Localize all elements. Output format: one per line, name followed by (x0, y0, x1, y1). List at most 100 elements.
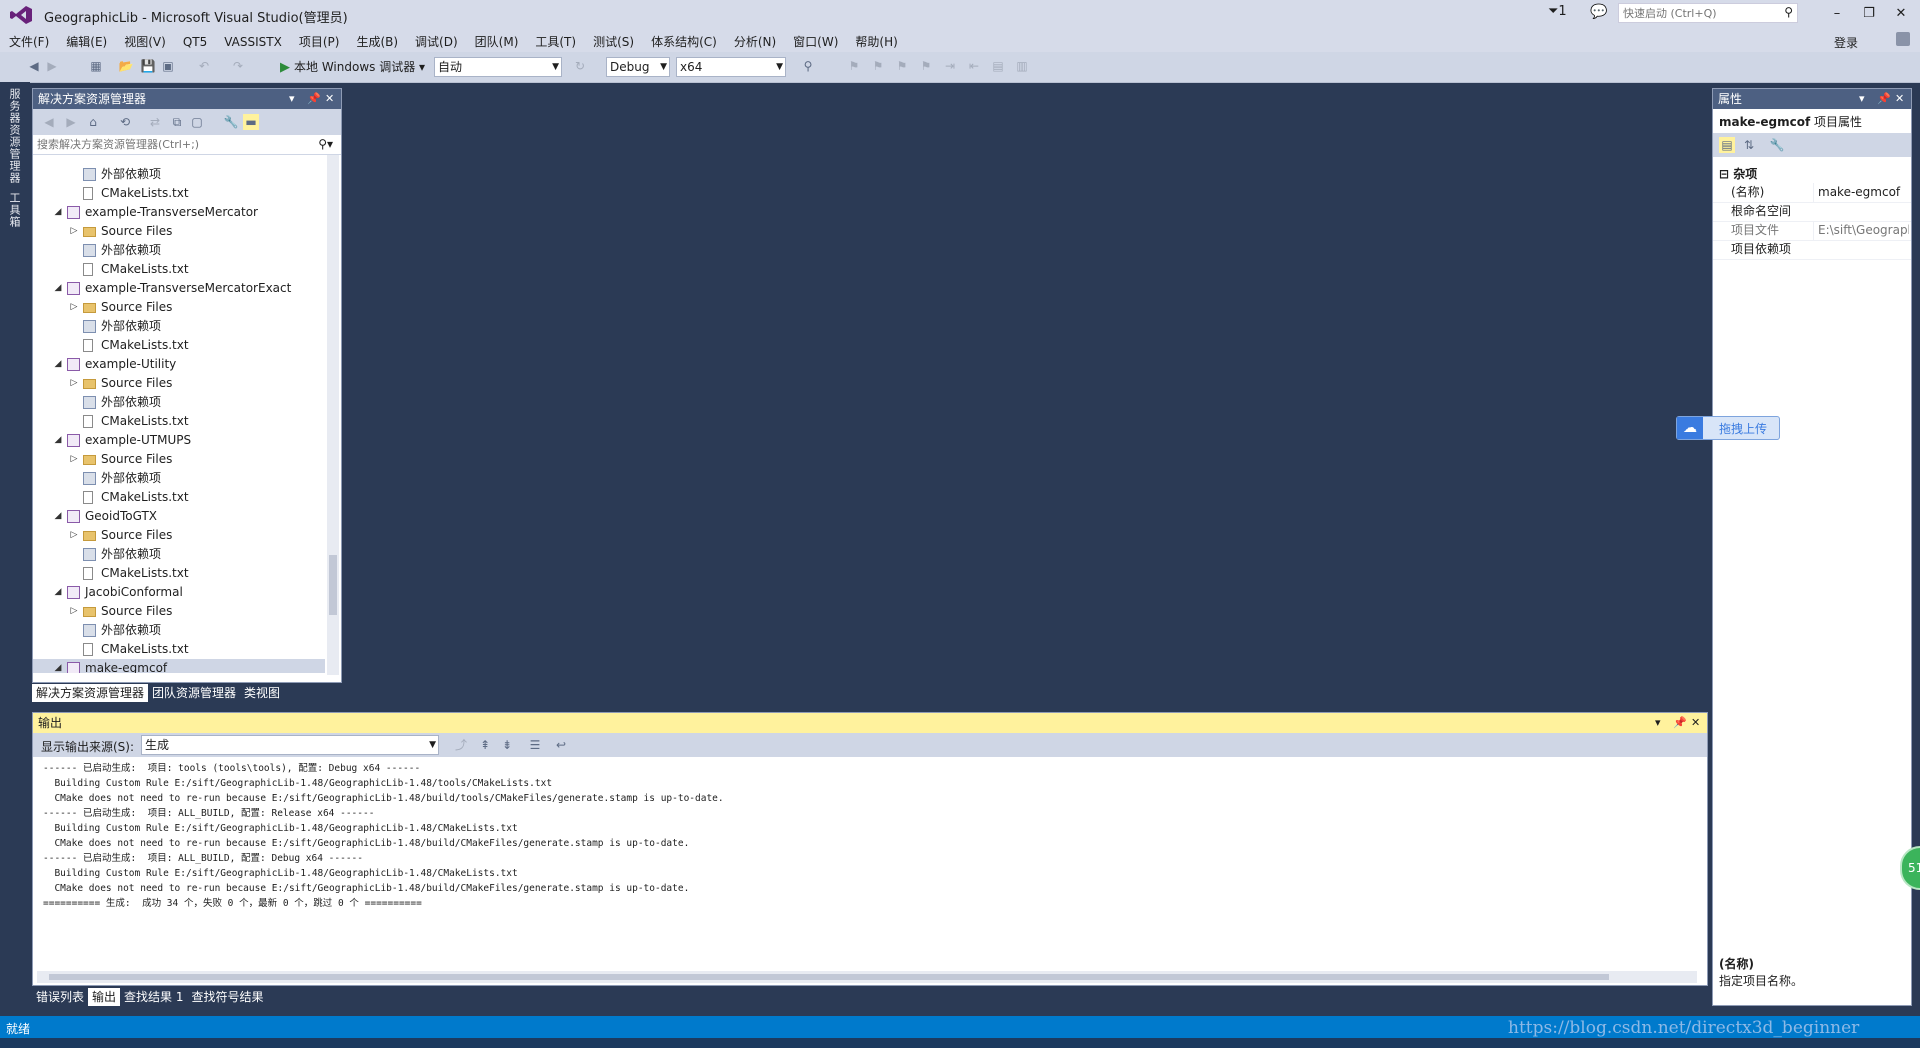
project-node[interactable]: ◢ JacobiConformal (33, 583, 325, 602)
tree-item[interactable]: 外部依赖项 (33, 165, 325, 184)
output-panel-tab[interactable]: 查找符号结果 (187, 988, 267, 1006)
tree-item[interactable]: ▷ Source Files (33, 450, 325, 469)
tree-item[interactable]: 外部依赖项 (33, 621, 325, 640)
expanded-arrow-icon[interactable]: ◢ (53, 355, 63, 374)
tree-item[interactable]: ▷ Source Files (33, 298, 325, 317)
uncomment-icon[interactable]: ▥ (1014, 58, 1030, 74)
minimize-button[interactable]: – (1823, 4, 1851, 24)
find-icon[interactable]: ⚲ (800, 58, 816, 74)
close-icon[interactable]: ✕ (1895, 89, 1904, 109)
goto-location-icon[interactable]: ⤴ (453, 737, 469, 753)
history-icon[interactable]: ⟲ (117, 114, 133, 130)
property-value[interactable]: E:\sift\Geographi (1813, 221, 1909, 240)
expanded-arrow-icon[interactable]: ◢ (53, 203, 63, 222)
scroll-thumb[interactable] (49, 974, 1609, 980)
tree-item[interactable]: 外部依赖项 (33, 241, 325, 260)
solution-panel-tab[interactable]: 类视图 (240, 684, 284, 702)
collapsed-arrow-icon[interactable]: ▷ (69, 298, 79, 317)
solution-panel-tab[interactable]: 团队资源管理器 (148, 684, 240, 702)
collapsed-arrow-icon[interactable]: ▷ (69, 374, 79, 393)
toolbox-tab[interactable]: 工具箱 (8, 192, 22, 228)
pin-icon[interactable]: 📌 (1673, 713, 1687, 733)
solution-search-input[interactable] (33, 135, 311, 153)
menu-item[interactable]: 工具(T) (526, 30, 584, 50)
show-all-files-icon[interactable]: ▢ (189, 114, 205, 130)
tree-item[interactable]: 外部依赖项 (33, 317, 325, 336)
tree-item[interactable]: ▷ Source Files (33, 602, 325, 621)
save-icon[interactable]: 💾 (140, 58, 156, 74)
vertical-scrollbar[interactable] (327, 155, 339, 675)
menu-item[interactable]: 文件(F) (0, 30, 57, 50)
forward-icon[interactable]: ▶ (44, 58, 60, 74)
bookmark-prev-icon[interactable]: ⚑ (870, 58, 886, 74)
new-project-icon[interactable]: ▦ (88, 58, 104, 74)
platform-select[interactable]: x64 ▼ (676, 57, 786, 77)
chevron-down-icon[interactable]: ▾ (1655, 713, 1661, 733)
save-all-icon[interactable]: ▣ (160, 58, 176, 74)
property-pages-icon[interactable]: 🔧 (1769, 137, 1785, 153)
tree-item[interactable]: ▷ Source Files (33, 526, 325, 545)
menu-item[interactable]: 项目(P) (290, 30, 348, 50)
back-icon[interactable]: ◀ (26, 58, 42, 74)
login-link[interactable]: 登录 (1834, 34, 1858, 51)
solution-config-select[interactable]: 自动 ▼ (434, 57, 562, 77)
property-category[interactable]: ⊟ 杂项 (1719, 165, 1757, 182)
tree-item[interactable]: ▷ Source Files (33, 222, 325, 241)
drag-upload-button[interactable]: ☁ 拖拽上传 (1676, 416, 1780, 440)
back-icon[interactable]: ◀ (41, 114, 57, 130)
bookmark-icon[interactable]: ⚑ (846, 58, 862, 74)
project-node[interactable]: ◢ make-egmcof (33, 659, 325, 673)
tree-item[interactable]: 外部依赖项 (33, 469, 325, 488)
notification-filter[interactable]: ⏷1 (1548, 4, 1567, 19)
pin-icon[interactable]: 📌 (1877, 89, 1891, 109)
quick-launch-input[interactable] (1619, 4, 1777, 22)
build-config-select[interactable]: Debug ▼ (606, 57, 670, 77)
scroll-thumb[interactable] (329, 555, 337, 615)
open-file-icon[interactable]: 📂 (118, 58, 134, 74)
expanded-arrow-icon[interactable]: ◢ (53, 279, 63, 298)
menu-item[interactable]: 视图(V) (115, 30, 174, 50)
tree-item[interactable]: CMakeLists.txt (33, 336, 325, 355)
menu-item[interactable]: 分析(N) (725, 30, 784, 50)
vertical-scrollbar[interactable] (1691, 759, 1703, 969)
clear-all-icon[interactable]: ☰ (527, 737, 543, 753)
tree-item[interactable]: CMakeLists.txt (33, 184, 325, 203)
property-row[interactable]: 项目依赖项 (1713, 240, 1911, 260)
solution-panel-tab[interactable]: 解决方案资源管理器 (32, 684, 149, 702)
tree-item[interactable]: CMakeLists.txt (33, 260, 325, 279)
menu-item[interactable]: 测试(S) (584, 30, 642, 50)
menu-item[interactable]: QT5 (174, 32, 215, 49)
output-panel-tab[interactable]: 查找结果 1 (120, 988, 187, 1006)
property-row[interactable]: 项目文件 E:\sift\Geographi (1713, 221, 1911, 241)
property-row[interactable]: (名称) make-egmcof (1713, 183, 1911, 203)
refresh-icon[interactable]: ↻ (572, 58, 588, 74)
collapsed-arrow-icon[interactable]: ▷ (69, 602, 79, 621)
expanded-arrow-icon[interactable]: ◢ (53, 507, 63, 526)
word-wrap-icon[interactable]: ↩ (553, 737, 569, 753)
project-node[interactable]: ◢ example-TransverseMercatorExact (33, 279, 325, 298)
collapsed-arrow-icon[interactable]: ▷ (69, 222, 79, 241)
preview-icon[interactable]: ▬ (243, 114, 259, 130)
outdent-icon[interactable]: ⇤ (966, 58, 982, 74)
collapsed-arrow-icon[interactable]: ▷ (69, 450, 79, 469)
server-explorer-tab[interactable]: 服务器资源管理器 (8, 88, 22, 184)
property-value[interactable]: make-egmcof (1813, 183, 1909, 202)
menu-item[interactable]: 窗口(W) (784, 30, 846, 50)
chevron-down-icon[interactable]: ▾ (1859, 89, 1865, 109)
close-button[interactable]: ✕ (1887, 4, 1915, 24)
tree-item[interactable]: CMakeLists.txt (33, 412, 325, 431)
collapsed-arrow-icon[interactable]: ▷ (69, 526, 79, 545)
menu-item[interactable]: 编辑(E) (57, 30, 115, 50)
sync-icon[interactable]: ⇄ (147, 114, 163, 130)
horizontal-scrollbar[interactable] (37, 971, 1697, 983)
project-node[interactable]: ◢ example-TransverseMercator (33, 203, 325, 222)
quick-launch[interactable]: ⚲ (1618, 3, 1798, 23)
close-icon[interactable]: ✕ (1691, 713, 1700, 733)
home-icon[interactable]: ⌂ (85, 114, 101, 130)
next-message-icon[interactable]: ⇟ (499, 737, 515, 753)
menu-item[interactable]: VASSISTX (215, 32, 290, 49)
redo-icon[interactable]: ↷ (230, 58, 246, 74)
menu-item[interactable]: 调试(D) (406, 30, 466, 50)
tree-item[interactable]: CMakeLists.txt (33, 564, 325, 583)
expanded-arrow-icon[interactable]: ◢ (53, 431, 63, 450)
